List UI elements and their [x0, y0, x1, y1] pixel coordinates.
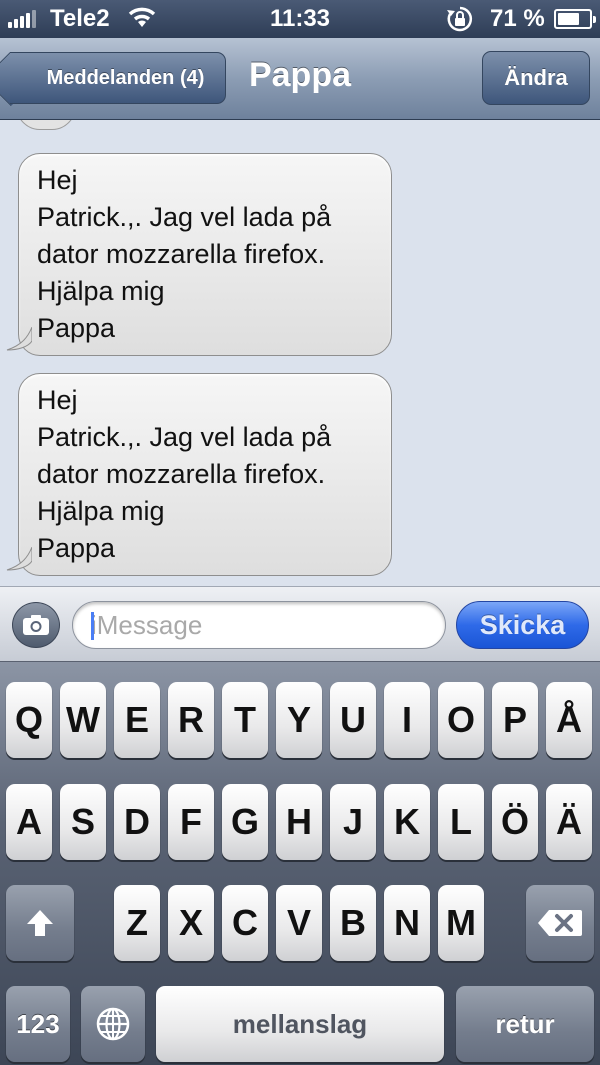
key-y[interactable]: Y — [276, 682, 322, 758]
bubble-tail — [6, 547, 32, 571]
key-l[interactable]: L — [438, 784, 484, 860]
numbers-key[interactable]: 123 — [6, 986, 70, 1062]
key-x[interactable]: X — [168, 885, 214, 961]
message-list: Hej Patrick.,. Jag vel lada på dator moz… — [0, 120, 600, 586]
key-r[interactable]: R — [168, 682, 214, 758]
globe-icon — [96, 1007, 130, 1041]
key-m[interactable]: M — [438, 885, 484, 961]
key-p[interactable]: P — [492, 682, 538, 758]
key-a-umlaut[interactable]: Ä — [546, 784, 592, 860]
key-o-umlaut[interactable]: Ö — [492, 784, 538, 860]
message-bubble: Hej Patrick.,. Jag vel lada på dator moz… — [18, 373, 392, 576]
key-c[interactable]: C — [222, 885, 268, 961]
backspace-icon — [538, 910, 582, 936]
edit-button[interactable]: Ändra — [482, 51, 590, 105]
space-key[interactable]: mellanslag — [156, 986, 444, 1062]
back-button[interactable]: Meddelanden (4) — [10, 52, 226, 104]
shift-key[interactable] — [6, 885, 74, 961]
key-g[interactable]: G — [222, 784, 268, 860]
rotation-lock-icon — [446, 5, 474, 40]
send-button[interactable]: Skicka — [456, 601, 589, 649]
message-input[interactable] — [72, 601, 446, 649]
composer-bar: Skicka — [0, 586, 600, 662]
key-k[interactable]: K — [384, 784, 430, 860]
shift-arrow-icon — [27, 910, 53, 936]
battery-level-fill — [558, 13, 580, 25]
previous-message-bubble — [16, 120, 76, 130]
status-bar: Tele2 11:33 71 % — [0, 0, 600, 38]
message-bubble: Hej Patrick.,. Jag vel lada på dator moz… — [18, 153, 392, 356]
key-e[interactable]: E — [114, 682, 160, 758]
key-h[interactable]: H — [276, 784, 322, 860]
camera-button[interactable] — [12, 602, 60, 648]
key-t[interactable]: T — [222, 682, 268, 758]
key-i[interactable]: I — [384, 682, 430, 758]
battery-icon — [554, 9, 596, 29]
globe-key[interactable] — [81, 986, 145, 1062]
key-w[interactable]: W — [60, 682, 106, 758]
battery-percent: 71 % — [490, 5, 545, 32]
navigation-bar: Meddelanden (4) Pappa Ändra — [0, 38, 600, 120]
key-q[interactable]: Q — [6, 682, 52, 758]
key-z[interactable]: Z — [114, 885, 160, 961]
key-d[interactable]: D — [114, 784, 160, 860]
key-u[interactable]: U — [330, 682, 376, 758]
camera-icon — [23, 615, 49, 635]
bubble-tail — [6, 327, 32, 351]
keyboard: Q W E R T Y U I O P Å A S D F G H J K L … — [0, 662, 600, 1065]
key-a-ring[interactable]: Å — [546, 682, 592, 758]
key-f[interactable]: F — [168, 784, 214, 860]
key-s[interactable]: S — [60, 784, 106, 860]
text-cursor — [91, 612, 94, 640]
key-n[interactable]: N — [384, 885, 430, 961]
return-key[interactable]: retur — [456, 986, 594, 1062]
key-j[interactable]: J — [330, 784, 376, 860]
key-a[interactable]: A — [6, 784, 52, 860]
back-button-label: Meddelanden (4) — [46, 66, 205, 89]
key-o[interactable]: O — [438, 682, 484, 758]
key-b[interactable]: B — [330, 885, 376, 961]
delete-key[interactable] — [526, 885, 594, 961]
key-v[interactable]: V — [276, 885, 322, 961]
